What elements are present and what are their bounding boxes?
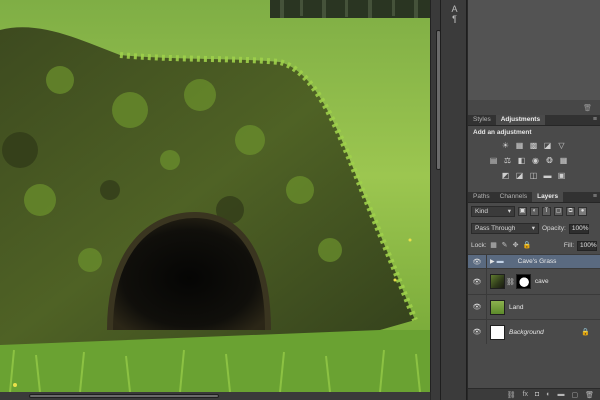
tab-channels[interactable]: Channels <box>495 192 532 202</box>
character-panel-icon[interactable]: A <box>449 4 460 14</box>
trash-icon[interactable]: 🗑 <box>585 391 594 399</box>
layer-name: cave <box>534 278 549 285</box>
opacity-label: Opacity: <box>542 225 566 232</box>
layer-mask-thumbnail[interactable] <box>515 274 531 289</box>
invert-icon[interactable]: ◩ <box>501 171 510 180</box>
link-layers-icon[interactable]: ⛓ <box>507 391 516 399</box>
expand-triangle-icon[interactable]: ▶ <box>490 258 495 265</box>
black-white-icon[interactable]: ◧ <box>517 156 526 165</box>
fill-input[interactable]: 100% <box>577 240 597 251</box>
tab-paths[interactable]: Paths <box>468 192 495 202</box>
new-layer-icon[interactable]: ▢ <box>571 391 578 399</box>
channel-mixer-icon[interactable]: ❂ <box>545 156 554 165</box>
column-separator <box>486 320 487 344</box>
layer-thumbnail <box>490 324 505 340</box>
tab-adjustments[interactable]: Adjustments <box>495 115 546 125</box>
lock-fill-row: Lock: ▦ ✎ ✥ 🔒 Fill: 100% <box>468 237 600 254</box>
column-separator <box>486 269 487 294</box>
blend-mode-dropdown[interactable]: Pass Through ▾ <box>471 223 539 234</box>
eye-icon[interactable]: 👁 <box>468 303 486 311</box>
layers-panel: Paths Channels Layers ≡ Kind ▾ ▣ ◐ T ▢ ⧉… <box>468 192 600 400</box>
threshold-icon[interactable]: ◫ <box>529 171 538 180</box>
posterize-icon[interactable]: ◪ <box>515 171 524 180</box>
fill-label: Fill: <box>563 242 574 249</box>
top-panel: 🗑 <box>468 0 600 115</box>
right-panels: 🗑 Styles Adjustments ≡ Add an adjustment… <box>468 0 600 400</box>
color-balance-icon[interactable]: ⚖ <box>503 156 512 165</box>
blend-opacity-row: Pass Through ▾ Opacity: 100% <box>468 220 600 237</box>
filter-type-icon[interactable]: T <box>542 207 551 216</box>
panel-icon-strip: A ¶ <box>440 0 467 400</box>
horizontal-scroll-thumb[interactable] <box>29 394 219 398</box>
layer-row-caves-grass[interactable]: 👁 ▶ ▬ Cave's Grass <box>468 254 600 268</box>
layer-row-land[interactable]: 👁 Land <box>468 294 600 319</box>
layer-thumbnail <box>490 299 505 315</box>
selective-color-icon[interactable]: ▣ <box>557 171 566 180</box>
lock-pixels-icon[interactable]: ✎ <box>501 242 509 250</box>
blend-mode-value: Pass Through <box>475 225 516 232</box>
filter-toggle-icon[interactable]: ● <box>578 207 587 216</box>
layer-name: Land <box>509 303 524 311</box>
exposure-icon[interactable]: ◪ <box>543 141 552 150</box>
filter-smart-object-icon[interactable]: ⧉ <box>566 207 575 216</box>
filter-shape-icon[interactable]: ▢ <box>554 207 563 216</box>
layers-bottom-toolbar: ⛓ fx ◘ ◐ ▬ ▢ 🗑 <box>468 388 600 400</box>
photo-filter-icon[interactable]: ◉ <box>531 156 540 165</box>
trash-icon[interactable]: 🗑 <box>583 104 592 112</box>
paragraph-panel-icon[interactable]: ¶ <box>449 14 460 24</box>
layers-tabbar: Paths Channels Layers ≡ <box>468 192 600 203</box>
top-panel-content <box>468 0 600 100</box>
filter-kind-dropdown[interactable]: Kind ▾ <box>471 206 515 217</box>
layer-thumbnail <box>490 274 505 289</box>
panel-menu-icon[interactable]: ≡ <box>593 115 597 125</box>
tab-layers[interactable]: Layers <box>532 192 564 202</box>
folder-icon: ▬ <box>496 258 504 265</box>
brightness-icon[interactable]: ☀ <box>501 141 510 150</box>
column-separator <box>486 255 487 268</box>
vibrance-icon[interactable]: ▽ <box>557 141 566 150</box>
fx-icon[interactable]: fx <box>523 391 528 398</box>
hue-saturation-icon[interactable]: ▤ <box>489 156 498 165</box>
curves-icon[interactable]: ▩ <box>529 141 538 150</box>
lock-transparent-icon[interactable]: ▦ <box>490 242 498 250</box>
adjustments-row-2: ▤ ⚖ ◧ ◉ ❂ ▦ <box>468 153 600 168</box>
layer-row-background[interactable]: 👁 Background 🔒 <box>468 319 600 344</box>
lock-icon: 🔒 <box>581 329 590 336</box>
horizontal-scrollbar[interactable] <box>0 392 430 400</box>
tab-styles[interactable]: Styles <box>468 115 496 125</box>
add-mask-icon[interactable]: ◘ <box>535 391 539 398</box>
layer-name: Background <box>509 328 544 336</box>
lock-label: Lock: <box>471 242 487 249</box>
chevron-down-icon: ▾ <box>531 225 535 232</box>
layer-row-cave[interactable]: 👁 ⛓ cave <box>468 268 600 294</box>
new-group-icon[interactable]: ▬ <box>557 391 564 398</box>
gradient-map-icon[interactable]: ▬ <box>543 171 552 180</box>
eye-icon[interactable]: 👁 <box>468 328 486 336</box>
levels-icon[interactable]: ▦ <box>515 141 524 150</box>
chevron-down-icon: ▾ <box>507 208 511 215</box>
opacity-input[interactable]: 100% <box>568 223 589 234</box>
adjustments-tabbar: Styles Adjustments ≡ <box>468 115 600 126</box>
adjustments-panel: Styles Adjustments ≡ Add an adjustment ☀… <box>468 115 600 192</box>
lock-position-icon[interactable]: ✥ <box>512 242 520 250</box>
document-canvas[interactable] <box>0 0 430 392</box>
layers-panel-menu-icon[interactable]: ≡ <box>593 192 597 202</box>
adjustments-row-1: ☀ ▦ ▩ ◪ ▽ <box>468 138 600 153</box>
layer-filter-row: Kind ▾ ▣ ◐ T ▢ ⧉ ● <box>468 203 600 220</box>
vertical-scrollbar[interactable] <box>430 0 441 400</box>
eye-icon[interactable]: 👁 <box>468 258 486 266</box>
filter-adjustment-icon[interactable]: ◐ <box>530 207 539 216</box>
eye-icon[interactable]: 👁 <box>468 278 486 286</box>
adjustments-row-3: ◩ ◪ ◫ ▬ ▣ <box>468 168 600 183</box>
column-separator <box>486 295 487 319</box>
filter-kind-value: Kind <box>475 208 489 215</box>
chain-icon[interactable]: ⛓ <box>506 278 515 286</box>
filter-pixel-icon[interactable]: ▣ <box>518 207 527 216</box>
canvas-artwork <box>0 0 430 392</box>
adjustments-title: Add an adjustment <box>473 129 532 136</box>
color-lookup-icon[interactable]: ▦ <box>559 156 568 165</box>
layer-name: Cave's Grass <box>517 258 557 265</box>
new-adjustment-icon[interactable]: ◐ <box>546 391 550 398</box>
lock-all-icon[interactable]: 🔒 <box>523 242 532 250</box>
